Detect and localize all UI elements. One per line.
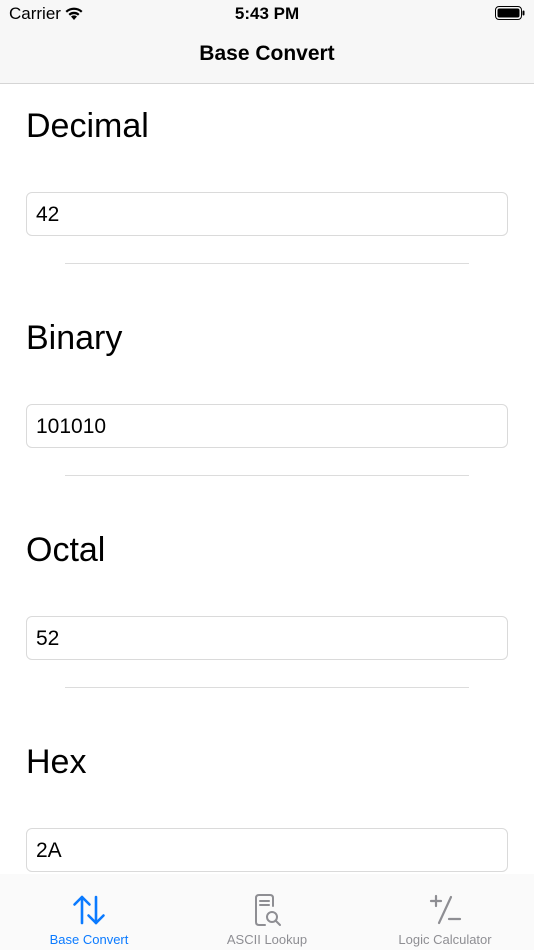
divider <box>65 687 469 688</box>
converter-content[interactable]: Decimal 42 Binary 101010 Octal 52 Hex 2A <box>0 84 534 874</box>
tab-label: Base Convert <box>49 932 129 947</box>
tab-logic-calculator[interactable]: Logic Calculator <box>356 874 534 950</box>
hex-label: Hex <box>26 743 87 781</box>
divider <box>65 263 469 264</box>
battery-icon <box>495 6 525 20</box>
octal-input[interactable]: 52 <box>26 616 508 660</box>
tab-ascii-lookup[interactable]: ASCII Lookup <box>178 874 356 950</box>
arrows-up-down-icon <box>73 895 105 925</box>
page-title: Base Convert <box>199 42 335 65</box>
navigation-bar: Base Convert <box>0 28 534 84</box>
tab-label: ASCII Lookup <box>226 932 308 947</box>
tab-bar: Base Convert ASCII Lookup Logic Calculat… <box>0 874 534 950</box>
decimal-label: Decimal <box>26 107 149 145</box>
status-time: 5:43 PM <box>234 4 300 23</box>
hex-input[interactable]: 2A <box>26 828 508 872</box>
binary-label: Binary <box>26 319 123 357</box>
status-bar: Carrier 5:43 PM <box>0 0 534 28</box>
decimal-input[interactable]: 42 <box>26 192 508 236</box>
plus-slash-minus-icon <box>429 894 462 925</box>
tab-base-convert[interactable]: Base Convert <box>0 874 178 950</box>
app-screen: Carrier 5:43 PM Base Convert Decimal 42 … <box>0 0 534 950</box>
binary-input[interactable]: 101010 <box>26 404 508 448</box>
octal-label: Octal <box>26 531 106 569</box>
tab-label: Logic Calculator <box>398 932 492 947</box>
document-search-icon <box>255 894 281 926</box>
divider <box>65 475 469 476</box>
